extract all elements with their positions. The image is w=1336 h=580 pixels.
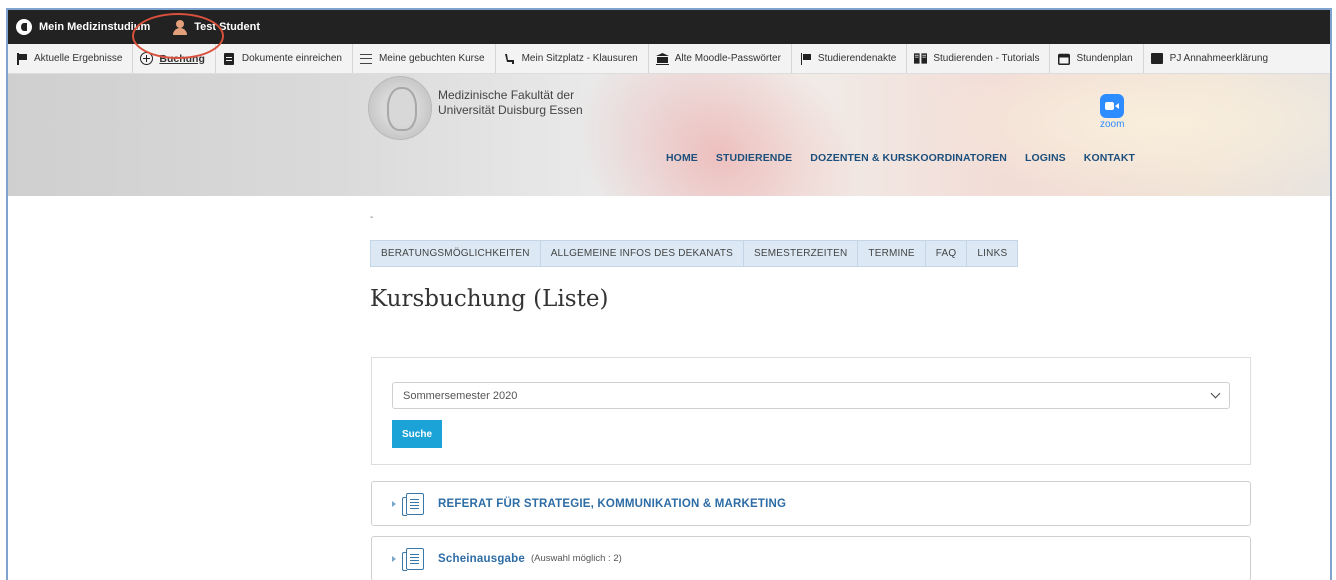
nav-buchung[interactable]: Buchung	[133, 44, 216, 73]
user-name: Test Student	[194, 21, 261, 33]
nav-label: Mein Sitzplatz - Klausuren	[521, 53, 638, 64]
tab-faq[interactable]: FAQ	[924, 240, 967, 267]
mainnav-studierende[interactable]: STUDIERENDE	[716, 152, 792, 164]
nav-studierendenakte[interactable]: Studierendenakte	[792, 44, 908, 73]
zoom-icon	[1100, 94, 1125, 118]
mainnav-logins[interactable]: LOGINS	[1025, 152, 1066, 164]
nav-meine-gebuchten-kurse[interactable]: Meine gebuchten Kurse	[353, 44, 496, 73]
nav-mein-sitzplatz[interactable]: Mein Sitzplatz - Klausuren	[496, 44, 649, 73]
breadcrumb-dash: -	[370, 212, 374, 223]
nav-label: PJ Annahmeerklärung	[1169, 53, 1269, 64]
nav-label: Studierendenakte	[817, 53, 897, 64]
mainnav-dozenten[interactable]: DOZENTEN & KURSKOORDINATOREN	[810, 152, 1007, 164]
nav-label: Buchung	[159, 52, 205, 65]
document-icon	[402, 492, 424, 516]
flag-icon	[799, 52, 812, 65]
accordion-subtitle: (Auswahl möglich : 2)	[530, 553, 622, 564]
nav-label: Aktuelle Ergebnisse	[34, 53, 123, 64]
header-banner: Medizinische Fakultät der Universität Du…	[8, 74, 1330, 196]
accordion-item[interactable]: REFERAT FÜR STRATEGIE, KOMMUNIKATION & M…	[371, 481, 1251, 526]
nav-label: Alte Moodle-Passwörter	[674, 53, 781, 64]
semester-select[interactable]: Sommersemester 2020	[392, 382, 1230, 409]
main-navigation: HOME STUDIERENDE DOZENTEN & KURSKOORDINA…	[666, 152, 1153, 164]
search-button[interactable]: Suche	[392, 420, 443, 448]
chevron-down-icon	[1210, 388, 1221, 399]
caret-right-icon	[392, 555, 396, 562]
tab-termine[interactable]: TERMINE	[857, 240, 925, 267]
semester-select-value: Sommersemester 2020	[403, 389, 518, 402]
nav-label: Dokumente einreichen	[241, 53, 342, 64]
list-icon	[360, 52, 373, 65]
calendar-icon	[1057, 52, 1070, 65]
browser-frame: Mein Medizinstudium Test Student Aktuell…	[6, 8, 1332, 580]
nav-pj-annahmeerklaerung[interactable]: PJ Annahmeerklärung	[1144, 44, 1278, 73]
app-title-link[interactable]: Mein Medizinstudium	[16, 19, 150, 35]
search-panel: Sommersemester 2020 Suche	[371, 357, 1251, 465]
tab-links[interactable]: LINKS	[966, 240, 1019, 267]
faculty-name[interactable]: Medizinische Fakultät der Universität Du…	[438, 88, 583, 118]
document-icon	[402, 547, 424, 571]
nav-aktuelle-ergebnisse[interactable]: Aktuelle Ergebnisse	[8, 44, 134, 73]
zoom-label: zoom	[1100, 119, 1125, 130]
user-icon	[172, 19, 188, 35]
clipboard-icon	[223, 52, 236, 65]
mainnav-home[interactable]: HOME	[666, 152, 698, 164]
app-logo-icon	[16, 19, 32, 35]
tab-semesterzeiten[interactable]: SEMESTERZEITEN	[743, 240, 858, 267]
nav-dokumente-einreichen[interactable]: Dokumente einreichen	[216, 44, 353, 73]
tab-allgemeine-infos[interactable]: ALLGEMEINE INFOS DES DEKANATS	[539, 240, 744, 267]
plus-circle-icon	[140, 52, 154, 65]
app-title: Mein Medizinstudium	[39, 21, 151, 33]
accordion-title: Scheinausgabe	[438, 552, 525, 565]
university-icon	[655, 52, 669, 65]
book-icon	[914, 52, 928, 65]
university-seal-icon[interactable]	[368, 76, 432, 140]
nav-alte-moodle-passwoerter[interactable]: Alte Moodle-Passwörter	[649, 44, 792, 73]
nav-label: Studierenden - Tutorials	[933, 53, 1040, 64]
info-tabs: BERATUNGSMÖGLICHKEITEN ALLGEMEINE INFOS …	[370, 240, 1019, 267]
main-toolbar: Aktuelle Ergebnisse Buchung Dokumente ei…	[8, 44, 1330, 74]
faculty-line-2: Universität Duisburg Essen	[438, 103, 583, 117]
top-bar: Mein Medizinstudium Test Student	[8, 10, 1330, 44]
page-title: Kursbuchung (Liste)	[370, 286, 609, 312]
nav-label: Meine gebuchten Kurse	[378, 53, 485, 64]
nav-studierenden-tutorials[interactable]: Studierenden - Tutorials	[907, 44, 1051, 73]
nav-stundenplan[interactable]: Stundenplan	[1050, 44, 1144, 73]
caret-right-icon	[392, 500, 396, 507]
accordion-title: REFERAT FÜR STRATEGIE, KOMMUNIKATION & M…	[438, 497, 787, 510]
zoom-link[interactable]: zoom	[1100, 94, 1124, 130]
seat-icon	[503, 52, 516, 65]
faculty-line-1: Medizinische Fakultät der	[438, 88, 575, 102]
flag-icon	[15, 52, 28, 65]
mainnav-kontakt[interactable]: KONTAKT	[1084, 152, 1135, 164]
user-menu[interactable]: Test Student	[172, 19, 260, 35]
accordion-item[interactable]: Scheinausgabe (Auswahl möglich : 2)	[371, 536, 1251, 580]
document-icon	[1151, 52, 1164, 65]
nav-label: Stundenplan	[1076, 53, 1133, 64]
tab-beratungsmoeglichkeiten[interactable]: BERATUNGSMÖGLICHKEITEN	[370, 240, 540, 267]
